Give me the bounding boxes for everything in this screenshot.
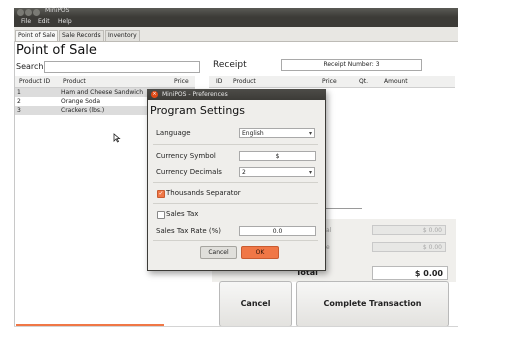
sales-tax-checkbox[interactable] [157, 211, 165, 219]
currency-decimals-select[interactable]: 2 ▾ [239, 167, 315, 177]
receipt-number: Receipt Number: 3 [281, 59, 422, 71]
column-header-price[interactable]: Price [322, 78, 337, 85]
search-label: Search [16, 62, 44, 71]
subtotal-field: $ 0.00 [372, 225, 446, 235]
tab-inventory[interactable]: Inventory [105, 30, 140, 41]
receipt-title: Receipt [213, 60, 247, 70]
sales-tax-rate-label: Sales Tax Rate (%) [156, 227, 222, 235]
column-header-product[interactable]: Product [233, 78, 256, 85]
column-header-product-id[interactable]: Product ID [19, 78, 50, 85]
divider [153, 240, 318, 241]
close-icon[interactable]: × [151, 91, 158, 98]
currency-symbol-input[interactable]: $ [239, 151, 316, 161]
tab-sale-records[interactable]: Sale Records [59, 30, 104, 41]
divider [153, 203, 318, 204]
dialog-title: MiniPOS - Preferences [162, 91, 228, 98]
window-titlebar [14, 8, 458, 17]
ok-button[interactable]: OK [241, 246, 279, 259]
cell-product: Crackers (lbs.) [61, 107, 105, 114]
page-title: Point of Sale [16, 43, 97, 58]
column-header-id[interactable]: ID [216, 78, 222, 85]
menu-edit[interactable]: Edit [38, 18, 50, 25]
menu-file[interactable]: File [21, 18, 31, 25]
column-header-amount[interactable]: Amount [384, 78, 408, 85]
cell-product: Ham and Cheese Sandwich [61, 89, 144, 96]
chevron-down-icon: ▾ [308, 169, 312, 176]
mouse-pointer-icon [113, 133, 121, 146]
cancel-button[interactable]: Cancel [219, 281, 292, 327]
column-header-product[interactable]: Product [63, 78, 86, 85]
column-header-price[interactable]: Price [174, 78, 189, 85]
sales-tax-rate-input[interactable]: 0.0 [239, 226, 316, 236]
search-input[interactable] [44, 61, 200, 73]
tab-point-of-sale[interactable]: Point of Sale [15, 30, 59, 41]
tax-field: $ 0.00 [372, 242, 446, 252]
maximize-window-icon[interactable] [33, 9, 40, 16]
subtotal-label: al [326, 227, 332, 234]
sales-tax-label: Sales Tax [166, 210, 199, 218]
divider [153, 144, 318, 145]
receipt-scrollbar[interactable] [324, 208, 362, 209]
language-select[interactable]: English ▾ [239, 128, 315, 138]
menu-bar [14, 17, 458, 27]
window-bottom-border [14, 326, 458, 327]
cell-product-id: 3 [17, 107, 21, 114]
minimize-window-icon[interactable] [25, 9, 32, 16]
thousands-separator-label: Thousands Separator [166, 189, 241, 197]
chevron-down-icon: ▾ [308, 130, 312, 137]
cell-product-id: 1 [17, 89, 21, 96]
thousands-separator-checkbox[interactable]: ✓ [157, 190, 165, 198]
window-title: MiniPOS [45, 7, 70, 14]
divider [153, 182, 318, 183]
dialog-heading: Program Settings [150, 104, 246, 117]
currency-decimals-label: Currency Decimals [156, 168, 222, 176]
complete-transaction-button[interactable]: Complete Transaction [296, 281, 449, 327]
language-label: Language [156, 129, 191, 137]
total-field: $ 0.00 [372, 266, 448, 280]
tax-label: e [326, 244, 330, 251]
column-header-quantity[interactable]: Qt. [359, 78, 368, 85]
cell-product: Orange Soda [61, 98, 101, 105]
currency-decimals-value: 2 [242, 169, 246, 176]
currency-symbol-label: Currency Symbol [156, 152, 216, 160]
close-window-icon[interactable] [17, 9, 24, 16]
language-value: English [242, 130, 264, 137]
dialog-cancel-button[interactable]: Cancel [200, 246, 237, 259]
menu-help[interactable]: Help [58, 18, 72, 25]
cell-product-id: 2 [17, 98, 21, 105]
